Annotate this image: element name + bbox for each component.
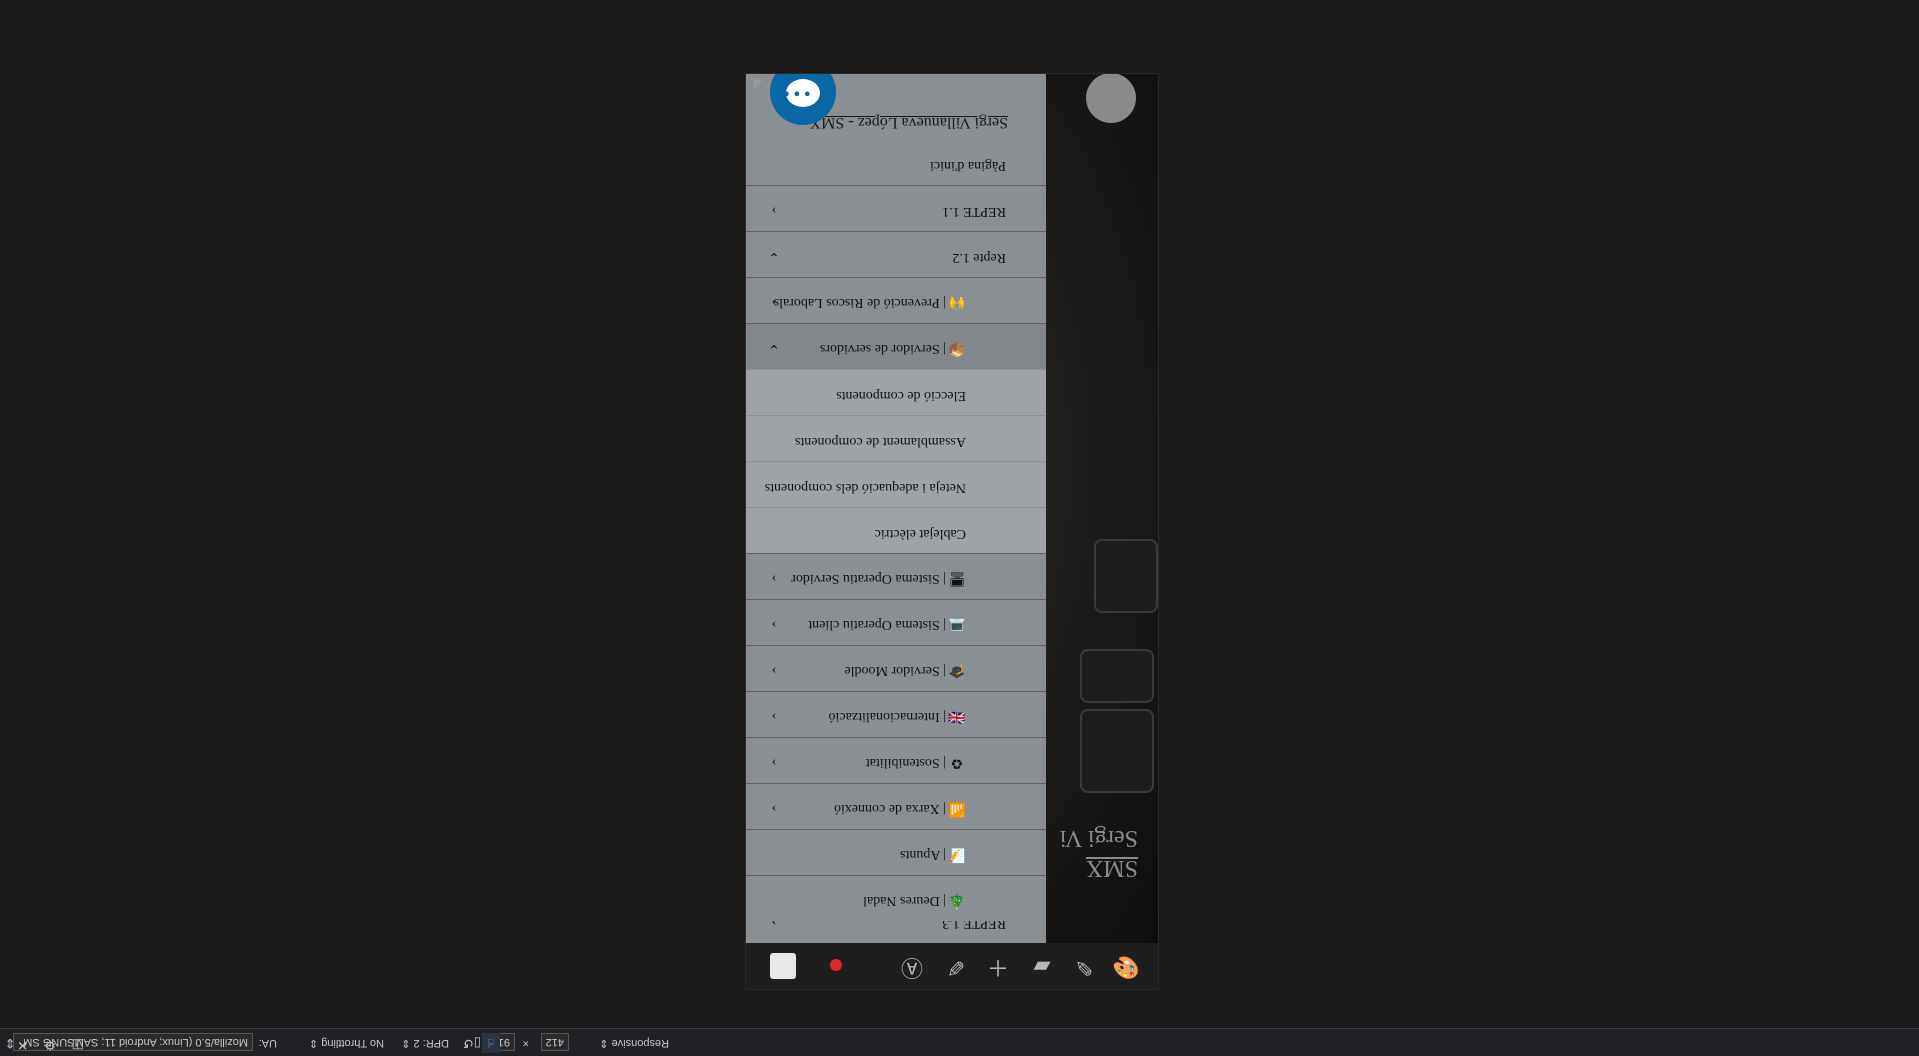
chevron-down-icon[interactable]: › xyxy=(764,199,784,221)
admin-toolbar: 🎨 ✎ ▰ ＋ ✐ Ⓐ xyxy=(746,942,1158,989)
keyboard-key xyxy=(1080,709,1154,793)
brush-icon[interactable]: ✎ xyxy=(1070,953,1098,981)
side-menu: REPTE 1.3 › 🎄| Deures Nadal 📝| Apunts 📶|… xyxy=(746,74,1046,943)
new-content-icon[interactable]: ＋ xyxy=(984,953,1012,981)
ua-label: UA: xyxy=(258,1037,277,1049)
chevron-down-icon[interactable]: › xyxy=(764,567,784,589)
menu-toggle-button[interactable] xyxy=(1086,73,1136,123)
desktop-icon: 🖥 xyxy=(948,571,966,586)
touch-simulation-icon[interactable]: ☝ xyxy=(482,1033,500,1053)
settings-icon[interactable]: ⚙ xyxy=(44,1037,56,1052)
chevron-down-icon[interactable]: › xyxy=(764,751,784,773)
chevron-up-icon[interactable]: ⌄ xyxy=(764,337,784,359)
tree-icon: 🎄 xyxy=(948,893,966,908)
menu-item-servidor-servidors[interactable]: 📦| Servidor de servidors ⌄ xyxy=(746,323,1046,369)
menu-item-so-servidor[interactable]: 🖥| Sistema Operatiu Servidor › xyxy=(746,553,1046,599)
menu-item-label: 🖥| Sistema Operatiu Servidor xyxy=(791,571,966,586)
throttle-select[interactable]: No Throttling ⇕ xyxy=(309,1035,384,1051)
menu-item-so-client[interactable]: 💻| Sistema Operatiu client › xyxy=(746,599,1046,645)
server-icon: 📦 xyxy=(948,341,966,356)
submenu-item-assamblament[interactable]: Assamblament de components xyxy=(746,415,1046,461)
menu-item-label: 📶| Xarxa de connexió xyxy=(833,801,966,816)
chevron-down-icon[interactable]: › xyxy=(764,659,784,681)
menu-item-moodle[interactable]: 🎓| Servidor Moodle › xyxy=(746,645,1046,691)
customize-icon[interactable]: 🎨 xyxy=(1112,953,1140,981)
menu-item-label: 📦| Servidor de servidors xyxy=(819,341,966,356)
menu-item-sostenibilitat[interactable]: ♻| Sostenibilitat › xyxy=(746,737,1046,783)
edit-icon[interactable]: ✐ xyxy=(942,953,970,981)
comments-icon[interactable]: ▰ xyxy=(1028,953,1056,981)
menu-item-xarxa[interactable]: 📶| Xarxa de connexió › xyxy=(746,783,1046,829)
hero-title: SMX Sergi Vi xyxy=(1060,823,1138,883)
menu-item-label: 💻| Sistema Operatiu client xyxy=(808,617,966,632)
menu-item-prevencio[interactable]: 🙌| Prevenció de Riscos Laborals › xyxy=(746,277,1046,323)
network-icon: 📶 xyxy=(948,801,966,816)
chat-dots-icon: ••• xyxy=(780,84,812,103)
menu-item-label: Pàgina d'inici xyxy=(929,158,1006,173)
devtools-right-controls: ◫ ⚙ ✕ xyxy=(4,1032,84,1052)
submenu-item-label: Cablejat elèctric xyxy=(874,526,966,541)
close-icon[interactable]: ✕ xyxy=(17,1037,28,1052)
menu-item-label: 🎓| Servidor Moodle xyxy=(844,663,966,678)
menu-item-label: ♻| Sostenibilitat xyxy=(866,754,966,771)
dpr-select[interactable]: DPR: 2 ⇕ xyxy=(401,1035,449,1051)
menu-item-repte-1-2[interactable]: Repte 1.2 ⌄ xyxy=(746,231,1046,277)
menu-item-label: REPTE 1.1 xyxy=(942,204,1006,219)
submenu-item-label: Neteja i adequació dels components xyxy=(764,480,966,495)
keyboard-key xyxy=(1080,649,1154,703)
rotate-device-icon[interactable]: ▯↺ xyxy=(463,1034,481,1052)
menu-item-repte-1-1[interactable]: REPTE 1.1 › xyxy=(746,185,1046,231)
chevron-down-icon[interactable]: › xyxy=(764,613,784,635)
graduation-icon: 🎓 xyxy=(948,663,966,678)
submenu-item-label: Elecció de components xyxy=(836,388,966,403)
recycle-icon: ♻ xyxy=(950,755,964,770)
chevron-down-icon[interactable]: › xyxy=(764,291,784,313)
menu-item-home[interactable]: Pàgina d'inici xyxy=(746,140,1046,185)
menu-item-label: 🙌| Prevenció de Riscos Laborals xyxy=(773,295,966,310)
laptop-icon: 💻 xyxy=(948,617,966,632)
device-viewport: 🎨 ✎ ▰ ＋ ✐ Ⓐ SMX Sergi Vi REPTE 1.3 › 🎄| … xyxy=(745,73,1159,990)
rotated-screen: Responsive ⇕ 412 × 915 ▯↺ DPR: 2 ⇕ No Th… xyxy=(0,0,1919,1056)
submenu-item-label: Assamblament de components xyxy=(794,434,966,449)
resize-handle-icon[interactable]: ◢ xyxy=(749,78,763,92)
chevron-up-icon[interactable]: ⌄ xyxy=(764,245,784,267)
menu-item-label: 🇬🇧| Internacionalització xyxy=(828,709,966,724)
menu-item-deures-nadal[interactable]: 🎄| Deures Nadal xyxy=(746,875,1046,921)
media-icon[interactable] xyxy=(770,953,796,979)
warning-icon: 🙌 xyxy=(948,295,966,310)
hero-subtitle: SMX xyxy=(1085,855,1138,881)
times-sign: × xyxy=(522,1037,529,1049)
menu-item-internacionalitzacio[interactable]: 🇬🇧| Internacionalització › xyxy=(746,691,1046,737)
submenu-item-eleccio[interactable]: Elecció de components xyxy=(746,369,1046,415)
accessibility-icon[interactable]: Ⓐ xyxy=(898,953,926,981)
chevron-down-icon[interactable]: › xyxy=(764,797,784,819)
menu-item-label: Repte 1.2 xyxy=(952,250,1006,265)
menu-item-label: 🎄| Deures Nadal xyxy=(863,893,966,908)
menu-item-apunts[interactable]: 📝| Apunts xyxy=(746,829,1046,875)
notes-icon: 📝 xyxy=(948,847,966,862)
site-title-link[interactable]: Sergi Villanueva López - SMX xyxy=(810,113,1008,131)
chevron-down-icon[interactable]: › xyxy=(764,705,784,727)
menu-item-label: 📝| Apunts xyxy=(900,847,966,862)
width-input[interactable]: 412 xyxy=(540,1033,569,1051)
responsive-mode-select[interactable]: Responsive ⇕ xyxy=(599,1035,669,1051)
keyboard-key xyxy=(1094,539,1158,613)
submenu-item-cablejat[interactable]: Cablejat elèctric xyxy=(746,507,1046,553)
record-indicator xyxy=(830,959,842,971)
flag-icon: 🇬🇧 xyxy=(948,709,966,724)
screenshot-icon[interactable]: ◫ xyxy=(72,1037,84,1052)
devtools-toolbar: Responsive ⇕ 412 × 915 ▯↺ DPR: 2 ⇕ No Th… xyxy=(0,1028,1919,1056)
hero-heading: Sergi Vi xyxy=(1059,825,1138,851)
submenu-item-neteja[interactable]: Neteja i adequació dels components xyxy=(746,461,1046,507)
